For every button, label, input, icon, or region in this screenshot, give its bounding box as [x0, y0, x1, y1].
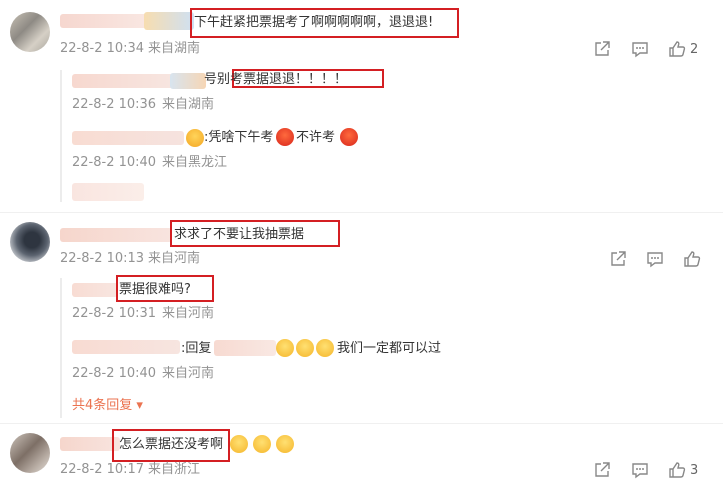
reply-time: 22-8-2 10:40 — [72, 366, 157, 381]
username-redacted — [170, 73, 206, 89]
thumbs-up-icon[interactable] — [683, 250, 701, 268]
crying-face-icon — [276, 435, 294, 453]
divider — [0, 423, 723, 424]
chevron-down-icon: ▾ — [136, 398, 143, 413]
username-redacted[interactable] — [72, 283, 118, 297]
comment-icon[interactable] — [646, 250, 664, 268]
redacted-content — [72, 183, 144, 201]
comment-source: 来自湖南 — [148, 41, 201, 56]
avatar[interactable] — [10, 12, 50, 52]
reply-text: :回复 — [181, 341, 212, 356]
username-redacted[interactable] — [60, 14, 148, 28]
reply-bar — [60, 70, 62, 202]
reply-source: 来自河南 — [162, 366, 215, 381]
comment-icon[interactable] — [631, 461, 649, 479]
thumbs-up-icon[interactable] — [668, 461, 686, 479]
comment-text: 下午赶紧把票据考了啊啊啊啊啊，退退退! — [194, 15, 434, 30]
reply-text-2: 我们一定都可以过 — [337, 341, 442, 356]
avatar[interactable] — [10, 222, 50, 262]
more-replies-link[interactable]: 共4条回复 ▾ — [72, 398, 143, 414]
comment-time: 22-8-2 10:17 — [60, 462, 145, 477]
like-count: 3 — [690, 463, 699, 478]
avatar[interactable] — [10, 433, 50, 473]
divider — [0, 212, 723, 213]
comment-text: 求求了不要让我抽票据 — [174, 227, 305, 242]
angry-face-icon — [276, 128, 294, 146]
share-icon[interactable] — [609, 250, 627, 268]
username-redacted[interactable] — [72, 131, 184, 145]
comment-time: 22-8-2 10:13 — [60, 251, 145, 266]
comment-time: 22-8-2 10:34 — [60, 41, 145, 56]
reply-source: 来自黑龙江 — [162, 155, 228, 170]
username-redacted[interactable] — [72, 340, 180, 354]
username-redacted — [144, 12, 194, 30]
reply-time: 22-8-2 10:40 — [72, 155, 157, 170]
username-redacted[interactable] — [72, 74, 177, 88]
reply-bar — [60, 278, 62, 418]
crying-face-icon — [276, 339, 294, 357]
angry-face-icon — [340, 128, 358, 146]
thumbs-up-icon[interactable] — [668, 40, 686, 58]
reply-source: 来自湖南 — [162, 97, 215, 112]
reply-source: 来自河南 — [162, 306, 215, 321]
reply-text: 票据很难吗? — [119, 282, 191, 297]
crying-face-icon — [230, 435, 248, 453]
comment-text: 怎么票据还没考啊 — [119, 437, 224, 452]
share-icon[interactable] — [593, 461, 611, 479]
username-redacted[interactable] — [60, 437, 120, 451]
reply-time: 22-8-2 10:31 — [72, 306, 157, 321]
reply-time: 22-8-2 10:36 — [72, 97, 157, 112]
surprised-face-icon — [186, 129, 204, 147]
reply-text: 号别考票据退退！！！！ — [204, 72, 348, 87]
reply-text: :凭啥下午考 — [204, 130, 274, 145]
share-icon[interactable] — [593, 40, 611, 58]
comment-icon[interactable] — [631, 40, 649, 58]
like-count: 2 — [690, 42, 699, 57]
comment-source: 来自河南 — [148, 251, 201, 266]
crying-face-icon — [253, 435, 271, 453]
reply-text-2: 不许考 — [296, 130, 336, 145]
comment-source: 来自浙江 — [148, 462, 201, 477]
username-redacted[interactable] — [60, 228, 172, 242]
crying-face-icon — [296, 339, 314, 357]
crying-face-icon — [316, 339, 334, 357]
username-redacted[interactable] — [214, 340, 276, 356]
